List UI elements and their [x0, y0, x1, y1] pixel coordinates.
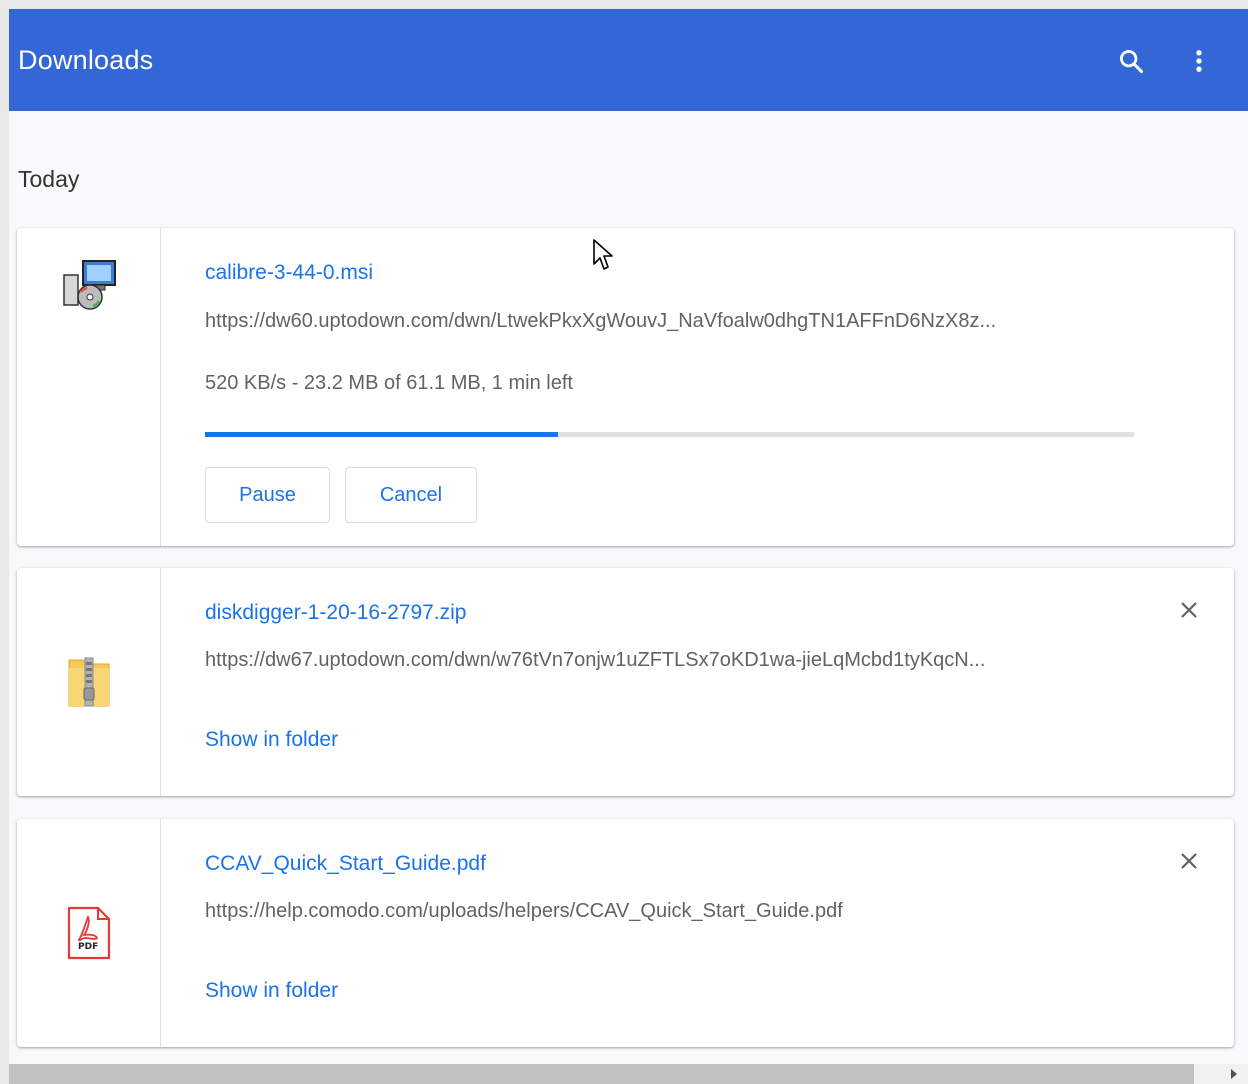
file-icon-column — [17, 228, 161, 546]
cancel-button[interactable]: Cancel — [345, 467, 477, 523]
pdf-badge-label: PDF — [78, 942, 99, 952]
toolbar: Downloads — [9, 9, 1248, 111]
search-button[interactable] — [1111, 41, 1151, 81]
download-item-ccav-guide: PDF CCAV_Quick_Start_Guide.pdf https://h… — [17, 819, 1234, 1047]
more-actions-button[interactable] — [1179, 41, 1219, 81]
file-url: https://dw60.uptodown.com/dwn/LtwekPkxXg… — [205, 310, 997, 332]
scroll-right-button[interactable] — [1220, 1064, 1248, 1084]
file-name-link[interactable]: diskdigger-1-20-16-2797.zip — [205, 601, 467, 625]
section-title-today: Today — [18, 166, 80, 192]
msi-installer-icon — [63, 260, 116, 310]
more-vert-icon — [1196, 50, 1202, 72]
remove-button[interactable] — [1172, 844, 1206, 878]
show-in-folder-link[interactable]: Show in folder — [205, 979, 338, 1003]
download-item-diskdigger: diskdigger-1-20-16-2797.zip https://dw67… — [17, 568, 1234, 796]
remove-button[interactable] — [1172, 593, 1206, 627]
pdf-file-icon — [67, 906, 111, 960]
scrollbar-thumb[interactable] — [9, 1064, 1194, 1084]
close-icon — [1181, 853, 1197, 869]
page-title: Downloads — [18, 45, 154, 75]
show-in-folder-link[interactable]: Show in folder — [205, 728, 338, 752]
close-icon — [1181, 602, 1197, 618]
file-url: https://help.comodo.com/uploads/helpers/… — [205, 900, 843, 922]
download-status: 520 KB/s - 23.2 MB of 61.1 MB, 1 min lef… — [205, 372, 573, 394]
progress-bar — [205, 432, 1134, 437]
file-icon-column — [17, 568, 161, 796]
mouse-cursor-icon — [593, 239, 613, 270]
arrow-right-icon — [1231, 1069, 1237, 1079]
search-icon — [1120, 50, 1144, 74]
file-icon-column: PDF — [17, 819, 161, 1047]
file-name-link[interactable]: CCAV_Quick_Start_Guide.pdf — [205, 852, 486, 876]
horizontal-scrollbar[interactable] — [9, 1064, 1248, 1084]
progress-bar-fill — [205, 432, 559, 437]
pause-button[interactable]: Pause — [205, 467, 330, 523]
download-item-calibre: calibre-3-44-0.msi https://dw60.uptodown… — [17, 228, 1234, 546]
zip-folder-icon — [68, 657, 110, 707]
file-name-link[interactable]: calibre-3-44-0.msi — [205, 261, 373, 285]
file-url: https://dw67.uptodown.com/dwn/w76tVn7onj… — [205, 649, 986, 671]
